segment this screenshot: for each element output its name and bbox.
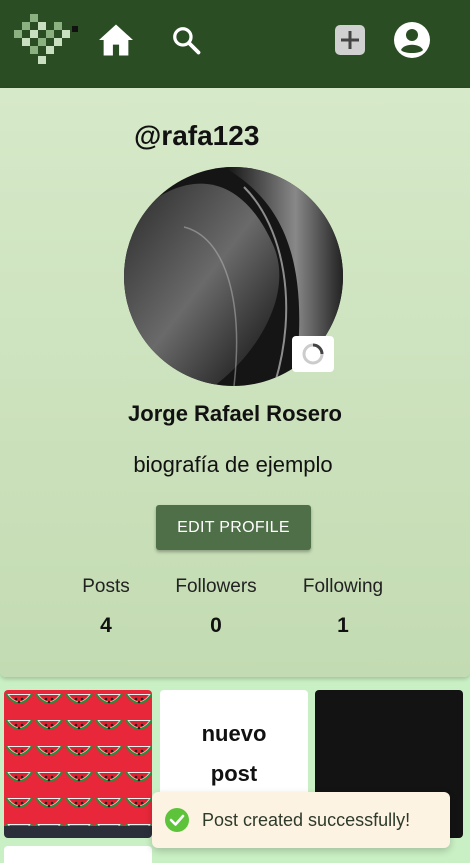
search-icon[interactable] bbox=[166, 20, 206, 60]
stat-following[interactable]: Following 1 bbox=[278, 576, 408, 638]
toast-message: Post created successfully! bbox=[202, 809, 411, 830]
post-text-line: post bbox=[210, 761, 258, 786]
post-thumbnail-text[interactable] bbox=[4, 846, 152, 863]
stat-value: 1 bbox=[337, 614, 349, 637]
stat-label: Followers bbox=[175, 576, 257, 597]
profile-bio: biografía de ejemplo bbox=[133, 452, 333, 477]
success-toast: Post created successfully! bbox=[152, 792, 450, 848]
home-icon[interactable] bbox=[96, 20, 136, 60]
check-circle-icon bbox=[165, 808, 189, 832]
account-icon[interactable] bbox=[392, 20, 432, 60]
profile-full-name: Jorge Rafael Rosero bbox=[128, 401, 342, 426]
profile-username: @rafa123 bbox=[134, 120, 260, 151]
stat-followers[interactable]: Followers 0 bbox=[151, 576, 281, 638]
add-post-icon[interactable] bbox=[330, 20, 370, 60]
post-text: nuevo post bbox=[160, 714, 308, 794]
change-photo-button[interactable] bbox=[292, 336, 334, 372]
loading-spinner-icon bbox=[302, 343, 324, 365]
logo-icon[interactable] bbox=[14, 14, 80, 66]
stat-label: Following bbox=[302, 576, 384, 597]
edit-profile-button[interactable]: EDIT PROFILE bbox=[156, 505, 311, 550]
top-app-bar bbox=[0, 0, 470, 88]
stat-value: 0 bbox=[210, 614, 222, 637]
post-text-line: nuevo bbox=[201, 721, 267, 746]
post-thumbnail-watermelon[interactable] bbox=[4, 690, 152, 838]
